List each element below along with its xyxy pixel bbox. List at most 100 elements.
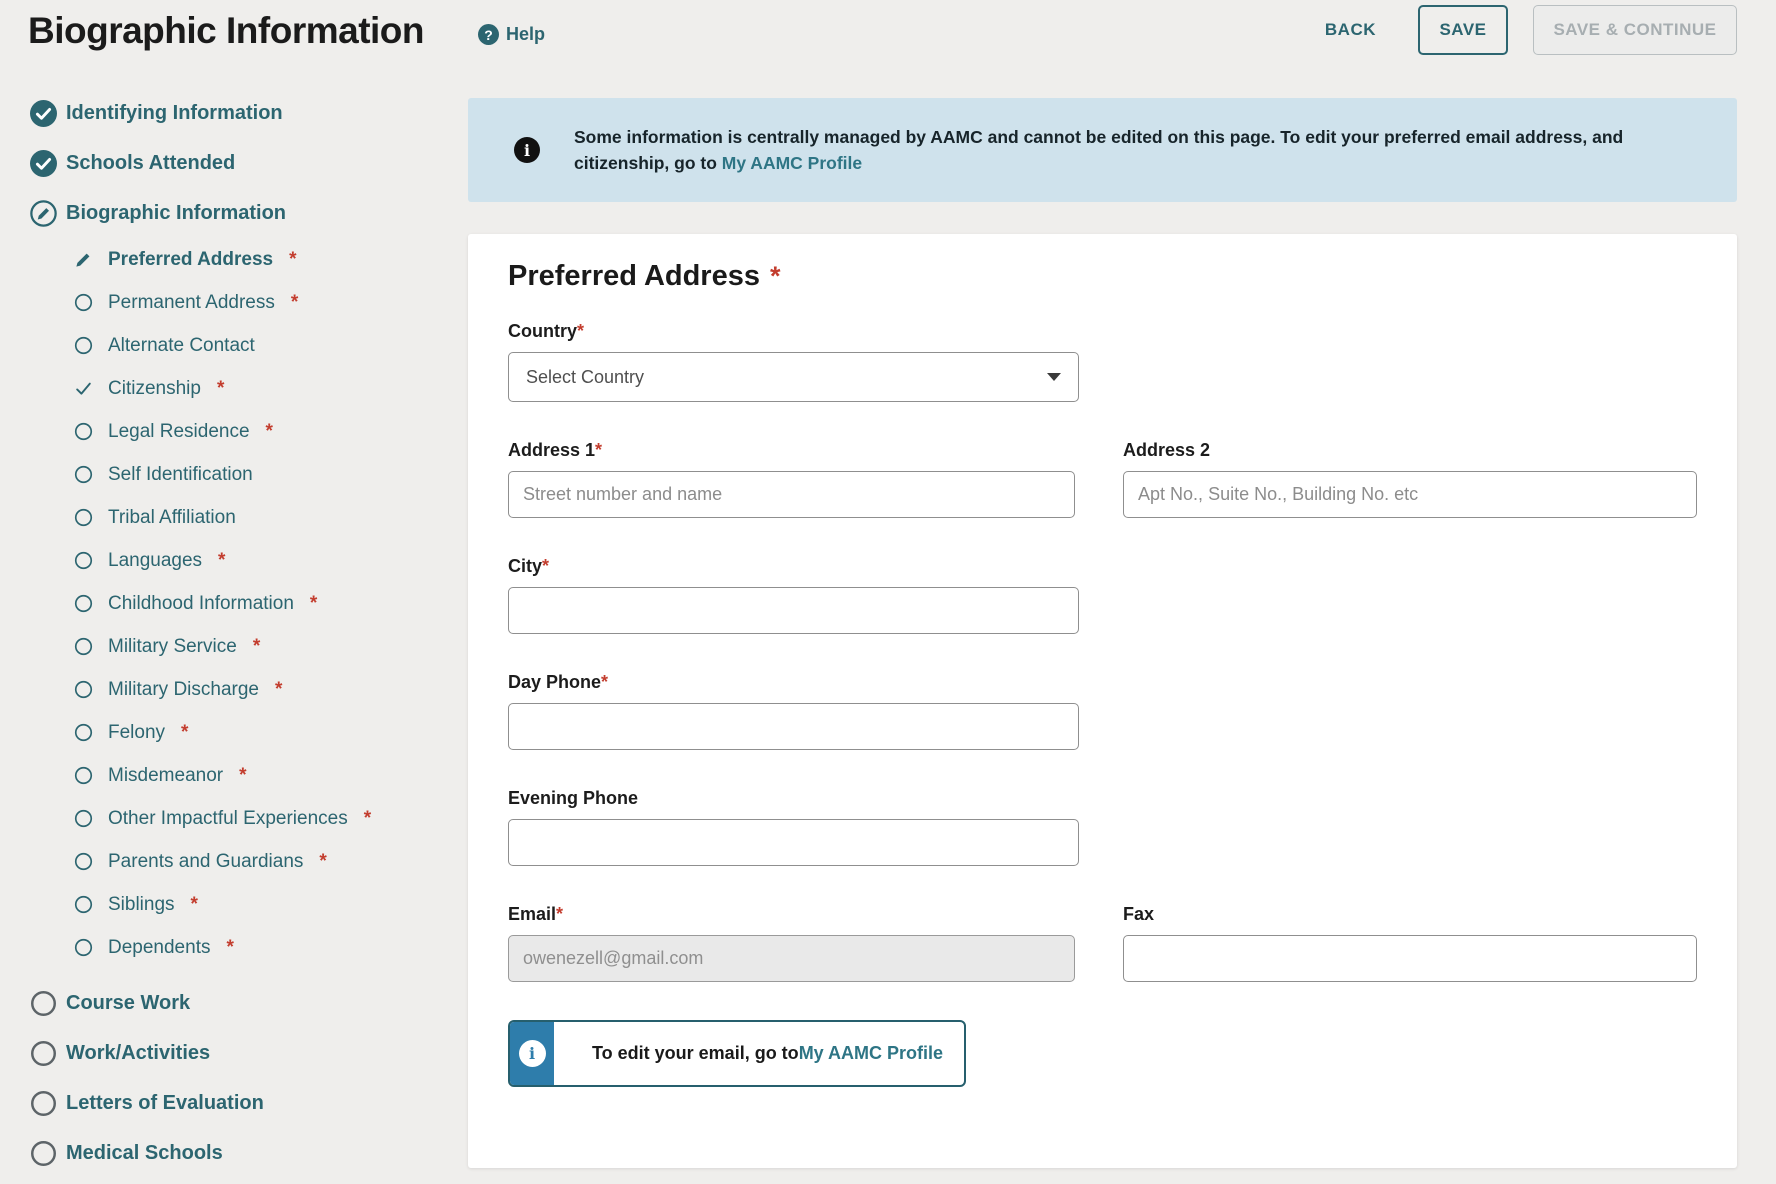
sidebar-item-dependents[interactable]: Dependents * (30, 926, 455, 969)
sidebar-item-schools-attended[interactable]: Schools Attended (30, 138, 455, 188)
page-title: Biographic Information (28, 10, 424, 52)
sidebar-item-alternate-contact[interactable]: Alternate Contact (30, 324, 455, 367)
circle-icon (74, 336, 93, 355)
circle-gray-icon (30, 1040, 57, 1067)
save-continue-button[interactable]: SAVE & CONTINUE (1533, 5, 1737, 55)
required-asterisk: * (556, 904, 563, 924)
required-asterisk: * (319, 851, 326, 873)
required-asterisk: * (226, 937, 233, 959)
sidebar-item-siblings[interactable]: Siblings * (30, 883, 455, 926)
country-select[interactable]: Select Country (508, 352, 1079, 402)
required-asterisk: * (364, 808, 371, 830)
my-aamc-profile-link[interactable]: My AAMC Profile (722, 153, 862, 173)
sidebar-item-label: Tribal Affiliation (108, 507, 236, 529)
circle-icon (74, 422, 93, 441)
sidebar-item-military-discharge[interactable]: Military Discharge * (30, 668, 455, 711)
section-heading: Preferred Address* (508, 260, 1697, 293)
circle-icon (74, 594, 93, 613)
info-icon: i (519, 1040, 546, 1067)
sidebar-item-misdemeanor[interactable]: Misdemeanor * (30, 754, 455, 797)
sidebar-item-label: Childhood Information (108, 593, 294, 615)
required-asterisk: * (266, 421, 273, 443)
sidebar-item-label: Medical Schools (66, 1142, 223, 1165)
sidebar-item-tribal-affiliation[interactable]: Tribal Affiliation (30, 496, 455, 539)
circle-icon (74, 895, 93, 914)
save-button[interactable]: SAVE (1418, 5, 1508, 55)
my-aamc-profile-link[interactable]: My AAMC Profile (799, 1043, 943, 1064)
sidebar-item-military-service[interactable]: Military Service * (30, 625, 455, 668)
required-asterisk: * (595, 440, 602, 460)
sidebar-item-letters-of-evaluation[interactable]: Letters of Evaluation (30, 1078, 455, 1128)
sidebar-item-course-work[interactable]: Course Work (30, 978, 455, 1028)
required-asterisk: * (289, 249, 296, 271)
sidebar-item-identifying-information[interactable]: Identifying Information (30, 88, 455, 138)
required-asterisk: * (239, 765, 246, 787)
sidebar-item-preferred-address[interactable]: Preferred Address * (30, 238, 455, 281)
circle-icon (74, 680, 93, 699)
evening-phone-input[interactable] (508, 819, 1079, 866)
check-filled-icon (30, 150, 57, 177)
circle-icon (74, 852, 93, 871)
sidebar-item-label: Military Service (108, 636, 237, 658)
info-icon: i (514, 137, 540, 163)
circle-icon (74, 551, 93, 570)
circle-icon (74, 938, 93, 957)
circle-gray-icon (30, 990, 57, 1017)
email-input (508, 935, 1075, 982)
city-input[interactable] (508, 587, 1079, 634)
circle-icon (74, 637, 93, 656)
email-note: i To edit your email, go to My AAMC Prof… (508, 1020, 966, 1087)
required-asterisk: * (310, 593, 317, 615)
required-asterisk: * (217, 378, 224, 400)
info-banner: i Some information is centrally managed … (468, 98, 1737, 202)
required-asterisk: * (291, 292, 298, 314)
day-phone-input[interactable] (508, 703, 1079, 750)
email-note-text: To edit your email, go to My AAMC Profil… (554, 1022, 943, 1085)
sidebar-item-citizenship[interactable]: Citizenship * (30, 367, 455, 410)
sidebar-item-label: Misdemeanor (108, 765, 223, 787)
info-banner-text: Some information is centrally managed by… (574, 124, 1624, 176)
required-asterisk: * (191, 894, 198, 916)
sidebar-item-legal-residence[interactable]: Legal Residence * (30, 410, 455, 453)
sidebar-item-languages[interactable]: Languages * (30, 539, 455, 582)
address1-input[interactable] (508, 471, 1075, 518)
sidebar-item-label: Self Identification (108, 464, 253, 486)
address2-label: Address 2 (1123, 440, 1697, 461)
circle-icon (74, 293, 93, 312)
fax-input[interactable] (1123, 935, 1697, 982)
sidebar-item-label: Schools Attended (66, 152, 235, 175)
sidebar-item-label: Legal Residence (108, 421, 250, 443)
sidebar-item-label: Work/Activities (66, 1042, 210, 1065)
check-filled-icon (30, 100, 57, 127)
sidebar-item-label: Letters of Evaluation (66, 1092, 264, 1115)
circle-gray-icon (30, 1090, 57, 1117)
sidebar-item-permanent-address[interactable]: Permanent Address * (30, 281, 455, 324)
sidebar-item-self-identification[interactable]: Self Identification (30, 453, 455, 496)
check-icon (74, 379, 93, 398)
sidebar-item-parents-and-guardians[interactable]: Parents and Guardians * (30, 840, 455, 883)
required-asterisk: * (275, 679, 282, 701)
chevron-down-icon (1047, 373, 1061, 381)
country-select-value: Select Country (526, 367, 644, 388)
address2-input[interactable] (1123, 471, 1697, 518)
circle-gray-icon (30, 1140, 57, 1167)
main-content: i Some information is centrally managed … (468, 98, 1737, 1168)
preferred-address-card: Preferred Address* Country* Select Count… (468, 234, 1737, 1168)
sidebar-item-label: Other Impactful Experiences (108, 808, 348, 830)
sidebar-item-work-activities[interactable]: Work/Activities (30, 1028, 455, 1078)
back-button[interactable]: BACK (1325, 20, 1376, 40)
email-label: Email* (508, 904, 1075, 925)
sidebar-item-biographic-information[interactable]: Biographic Information (30, 188, 455, 238)
circle-icon (74, 508, 93, 527)
header-actions: BACK SAVE SAVE & CONTINUE (1325, 5, 1737, 55)
sidebar-item-label: Course Work (66, 992, 190, 1015)
sidebar-item-label: Permanent Address (108, 292, 275, 314)
sidebar-item-felony[interactable]: Felony * (30, 711, 455, 754)
help-link[interactable]: ? Help (478, 24, 545, 45)
help-question-icon: ? (478, 24, 499, 45)
sidebar-item-label: Languages (108, 550, 202, 572)
sidebar-item-medical-schools[interactable]: Medical Schools (30, 1128, 455, 1178)
sidebar-item-childhood-information[interactable]: Childhood Information * (30, 582, 455, 625)
sidebar-item-label: Citizenship (108, 378, 201, 400)
sidebar-item-other-impactful-experiences[interactable]: Other Impactful Experiences * (30, 797, 455, 840)
